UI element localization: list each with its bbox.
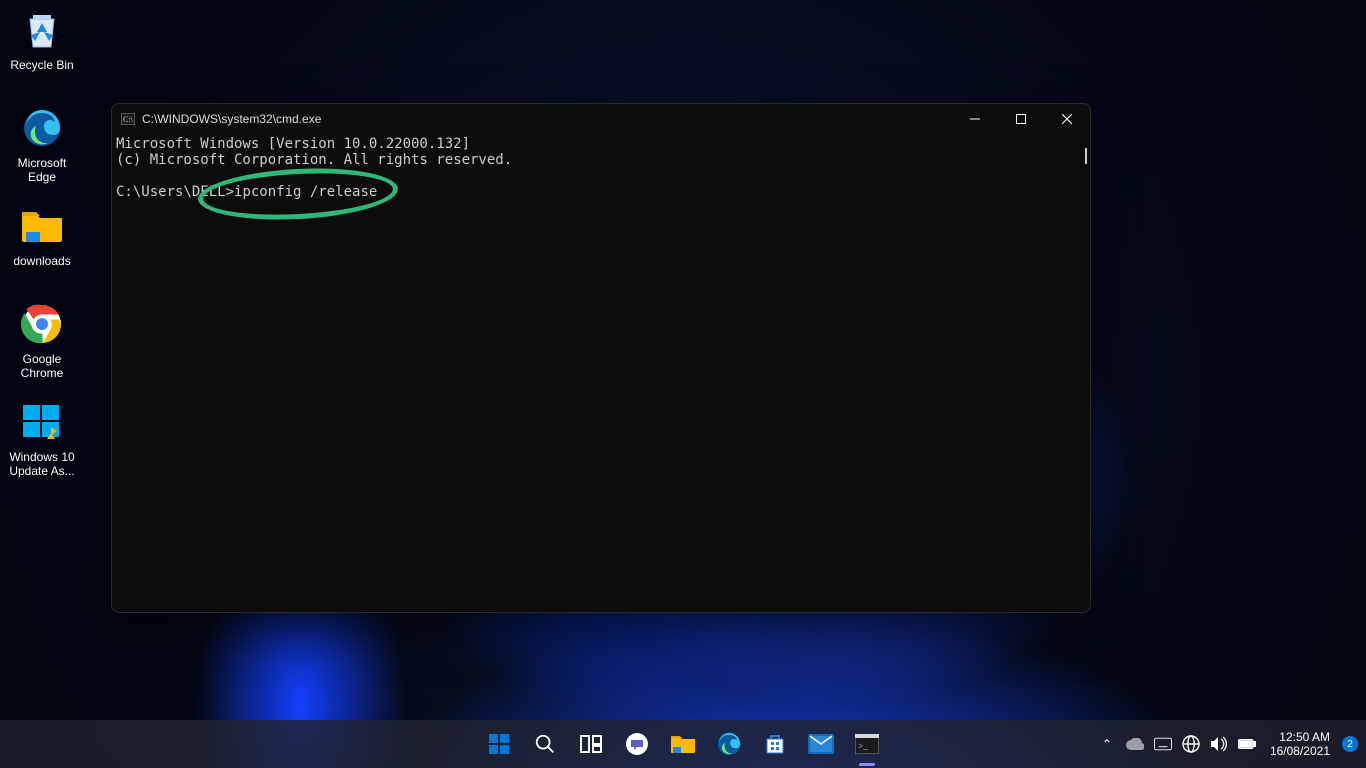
keyboard-layout-icon[interactable] bbox=[1154, 735, 1172, 753]
minimize-button[interactable] bbox=[952, 104, 998, 134]
network-icon[interactable] bbox=[1182, 735, 1200, 753]
tray-chevron-icon[interactable]: ⌃ bbox=[1098, 735, 1116, 753]
terminal-line: (c) Microsoft Corporation. All rights re… bbox=[116, 152, 512, 168]
desktop[interactable]: Recycle Bin Microsoft Edge downloads Goo… bbox=[0, 0, 1366, 768]
mail-button[interactable] bbox=[801, 724, 841, 764]
desktop-icon-win10-update[interactable]: Windows 10 Update As... bbox=[4, 398, 80, 478]
terminal-command[interactable]: ipconfig /release bbox=[234, 184, 377, 200]
desktop-icon-label: Windows 10 Update As... bbox=[4, 450, 80, 478]
titlebar[interactable]: C:\ C:\WINDOWS\system32\cmd.exe bbox=[112, 104, 1090, 134]
svg-text:C:\: C:\ bbox=[123, 115, 134, 124]
file-explorer-button[interactable] bbox=[663, 724, 703, 764]
microsoft-store-button[interactable] bbox=[755, 724, 795, 764]
terminal-line: Microsoft Windows [Version 10.0.22000.13… bbox=[116, 136, 470, 152]
close-button[interactable] bbox=[1044, 104, 1090, 134]
chat-button[interactable] bbox=[617, 724, 657, 764]
cmd-window[interactable]: C:\ C:\WINDOWS\system32\cmd.exe Microsof… bbox=[111, 103, 1091, 613]
onedrive-icon[interactable] bbox=[1126, 735, 1144, 753]
window-title: C:\WINDOWS\system32\cmd.exe bbox=[142, 112, 952, 126]
taskbar[interactable]: >_ ⌃ 12:50 AM 16/08/2021 2 bbox=[0, 720, 1366, 768]
desktop-icon-label: downloads bbox=[4, 254, 80, 268]
clock-date: 16/08/2021 bbox=[1270, 744, 1330, 758]
desktop-icon-label: Recycle Bin bbox=[4, 58, 80, 72]
recycle-bin-icon bbox=[18, 6, 66, 54]
chrome-icon bbox=[18, 300, 66, 348]
windows-update-icon bbox=[18, 398, 66, 446]
task-view-button[interactable] bbox=[571, 724, 611, 764]
desktop-icon-edge[interactable]: Microsoft Edge bbox=[4, 104, 80, 184]
clock-time: 12:50 AM bbox=[1270, 730, 1330, 744]
edge-icon bbox=[18, 104, 66, 152]
desktop-icon-chrome[interactable]: Google Chrome bbox=[4, 300, 80, 380]
cmd-icon: C:\ bbox=[120, 111, 136, 127]
desktop-icon-recycle-bin[interactable]: Recycle Bin bbox=[4, 6, 80, 72]
desktop-icon-label: Google Chrome bbox=[4, 352, 80, 380]
scrollbar-thumb[interactable] bbox=[1085, 148, 1087, 164]
search-button[interactable] bbox=[525, 724, 565, 764]
terminal-output[interactable]: Microsoft Windows [Version 10.0.22000.13… bbox=[112, 134, 1090, 612]
start-button[interactable] bbox=[479, 724, 519, 764]
edge-taskbar-button[interactable] bbox=[709, 724, 749, 764]
cmd-taskbar-button[interactable]: >_ bbox=[847, 724, 887, 764]
desktop-icon-downloads[interactable]: downloads bbox=[4, 202, 80, 268]
svg-text:>_: >_ bbox=[858, 741, 868, 751]
clock[interactable]: 12:50 AM 16/08/2021 bbox=[1270, 730, 1330, 758]
battery-icon[interactable] bbox=[1238, 735, 1256, 753]
terminal-prompt: C:\Users\DELL> bbox=[116, 184, 234, 200]
notification-badge[interactable]: 2 bbox=[1342, 736, 1358, 752]
volume-icon[interactable] bbox=[1210, 735, 1228, 753]
folder-icon bbox=[18, 202, 66, 250]
taskbar-center: >_ bbox=[479, 724, 887, 764]
desktop-icon-label: Microsoft Edge bbox=[4, 156, 80, 184]
system-tray[interactable]: ⌃ 12:50 AM 16/08/2021 2 bbox=[1098, 730, 1358, 758]
maximize-button[interactable] bbox=[998, 104, 1044, 134]
